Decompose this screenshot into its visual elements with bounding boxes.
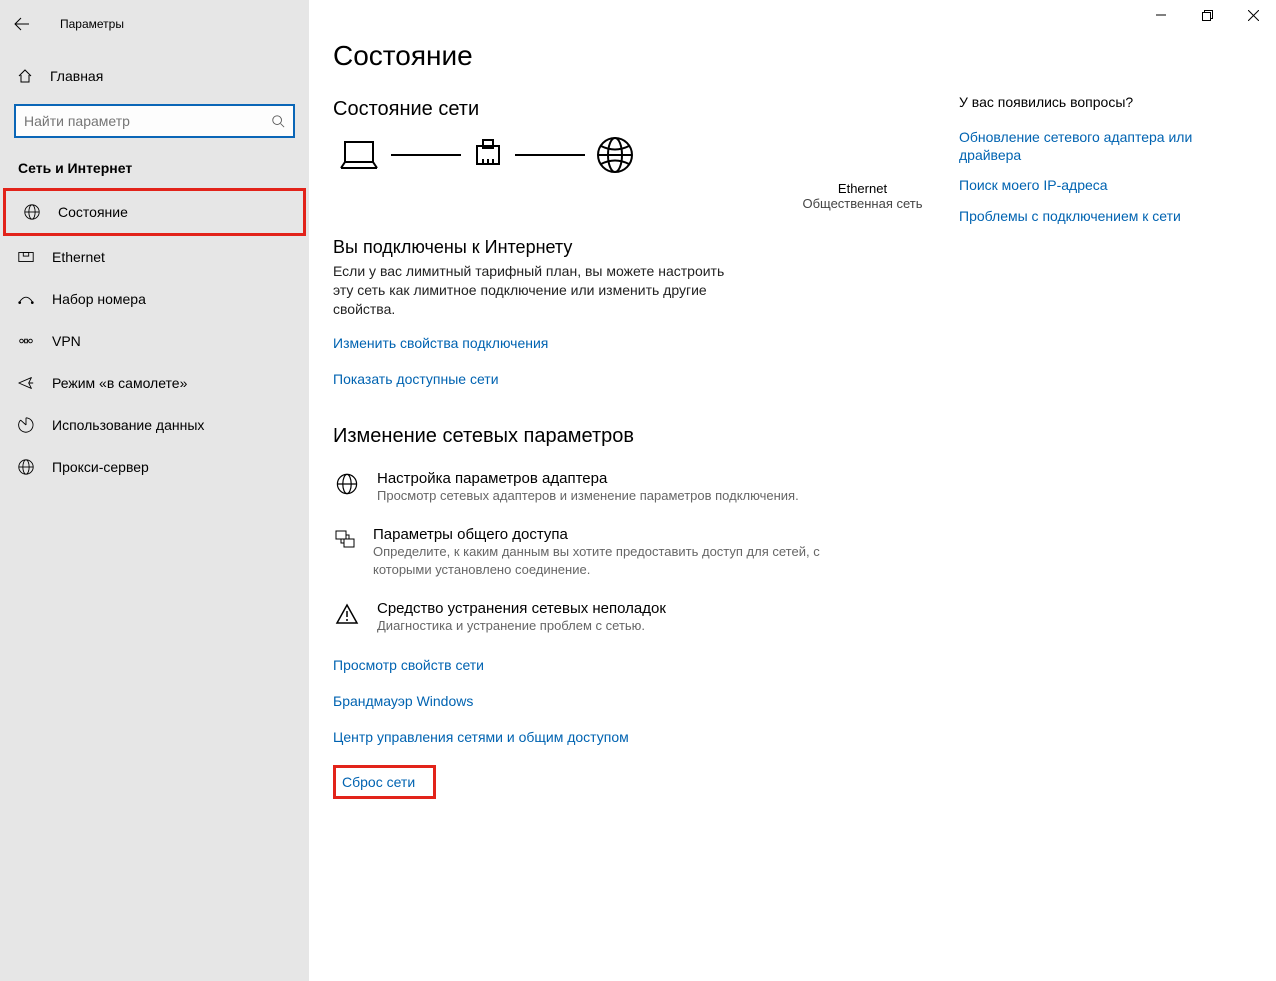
setting-title: Параметры общего доступа — [373, 526, 833, 543]
setting-adapter-options[interactable]: Настройка параметров адаптера Просмотр с… — [333, 470, 833, 505]
connected-desc: Если у вас лимитный тарифный план, вы мо… — [333, 262, 733, 319]
sidebar-home[interactable]: Главная — [0, 58, 309, 94]
search-icon — [271, 114, 285, 128]
home-icon — [16, 68, 34, 84]
setting-desc: Определите, к каким данным вы хотите пре… — [373, 543, 833, 578]
sharing-icon — [333, 526, 357, 578]
adapter-icon — [333, 470, 361, 505]
diagram-line — [391, 154, 461, 156]
main-area: Состояние Состояние сети Ethernet Общест… — [309, 0, 1276, 981]
search-input[interactable] — [24, 113, 271, 129]
sidebar-item-vpn[interactable]: VPN — [0, 320, 309, 362]
link-view-network-props[interactable]: Просмотр свойств сети — [333, 657, 1276, 673]
sidebar-item-label: Использование данных — [52, 417, 204, 433]
link-change-connection-props[interactable]: Изменить свойства подключения — [333, 335, 548, 351]
content: Состояние Состояние сети Ethernet Общест… — [309, 0, 1276, 799]
arrow-left-icon — [14, 16, 30, 32]
sidebar-item-status[interactable]: Состояние — [3, 188, 306, 236]
setting-title: Средство устранения сетевых неполадок — [377, 600, 666, 617]
globe-large-icon — [595, 135, 635, 175]
link-windows-firewall[interactable]: Брандмауэр Windows — [333, 693, 1276, 709]
help-link-find-ip[interactable]: Поиск моего IP-адреса — [959, 176, 1209, 194]
sidebar-home-label: Главная — [50, 68, 103, 84]
dialup-icon — [16, 290, 36, 308]
app-title: Параметры — [60, 17, 124, 31]
proxy-icon — [16, 458, 36, 476]
vpn-icon — [16, 332, 36, 350]
sidebar-section-header: Сеть и Интернет — [0, 150, 309, 188]
warning-icon — [333, 600, 361, 635]
sidebar-item-datausage[interactable]: Использование данных — [0, 404, 309, 446]
ethernet-icon — [16, 248, 36, 266]
help-pane: У вас появились вопросы? Обновление сете… — [959, 94, 1209, 237]
sidebar-item-label: Набор номера — [52, 291, 146, 307]
sidebar-item-dialup[interactable]: Набор номера — [0, 278, 309, 320]
setting-sharing-options[interactable]: Параметры общего доступа Определите, к к… — [333, 526, 833, 578]
help-link-update-adapter[interactable]: Обновление сетевого адаптера или драйвер… — [959, 128, 1209, 164]
help-link-connection-problems[interactable]: Проблемы с подключением к сети — [959, 207, 1209, 225]
link-show-available-networks[interactable]: Показать доступные сети — [333, 371, 499, 387]
data-usage-icon — [16, 416, 36, 434]
globe-icon — [22, 203, 42, 221]
sidebar-item-label: VPN — [52, 333, 81, 349]
laptop-icon — [337, 138, 381, 172]
sidebar-item-label: Прокси-сервер — [52, 459, 149, 475]
diagram-line — [515, 154, 585, 156]
setting-troubleshooter[interactable]: Средство устранения сетевых неполадок Ди… — [333, 600, 833, 635]
help-title: У вас появились вопросы? — [959, 94, 1209, 110]
change-settings-heading: Изменение сетевых параметров — [333, 425, 1276, 448]
ethernet-adapter-icon — [471, 138, 505, 172]
search-box[interactable] — [14, 104, 295, 138]
highlight-network-reset: Сброс сети — [333, 765, 436, 799]
sidebar-item-label: Режим «в самолете» — [52, 375, 187, 391]
sidebar-item-airplane[interactable]: Режим «в самолете» — [0, 362, 309, 404]
bottom-links: Просмотр свойств сети Брандмауэр Windows… — [333, 657, 1276, 799]
connected-title: Вы подключены к Интернету — [333, 237, 1276, 258]
page-title: Состояние — [333, 40, 1276, 72]
sidebar-item-proxy[interactable]: Прокси-сервер — [0, 446, 309, 488]
setting-title: Настройка параметров адаптера — [377, 470, 799, 487]
airplane-icon — [16, 374, 36, 392]
setting-desc: Диагностика и устранение проблем с сетью… — [377, 617, 666, 635]
back-button[interactable] — [8, 10, 36, 38]
link-network-reset[interactable]: Сброс сети — [342, 774, 415, 790]
sidebar: Параметры Главная Сеть и Интернет Состоя… — [0, 0, 309, 981]
titlebar-left: Параметры — [0, 8, 309, 40]
sidebar-item-label: Ethernet — [52, 249, 105, 265]
setting-desc: Просмотр сетевых адаптеров и изменение п… — [377, 487, 799, 505]
sidebar-item-ethernet[interactable]: Ethernet — [0, 236, 309, 278]
sidebar-item-label: Состояние — [58, 204, 128, 220]
link-network-sharing-center[interactable]: Центр управления сетями и общим доступом — [333, 729, 1276, 745]
